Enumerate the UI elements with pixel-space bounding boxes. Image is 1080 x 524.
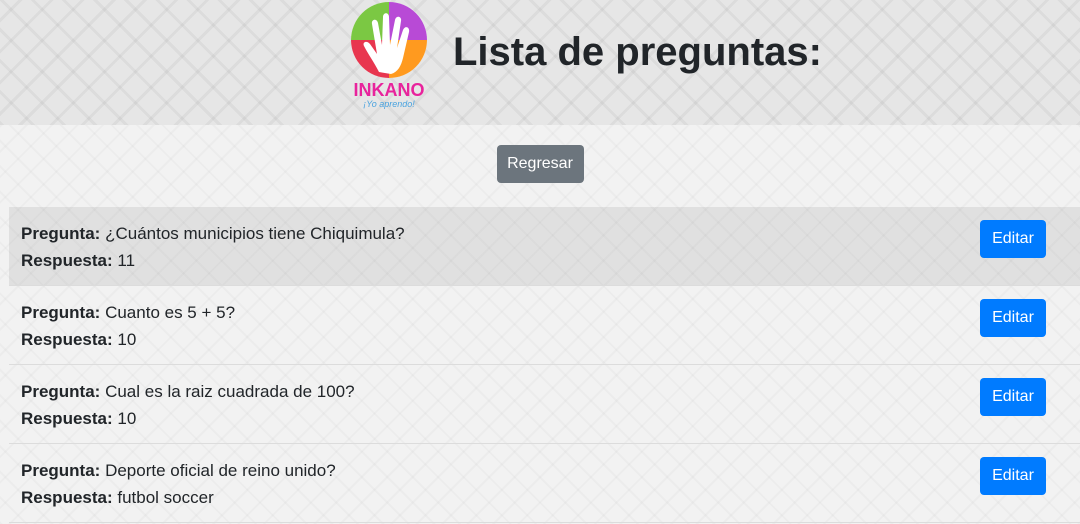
- question-text: Cuanto es 5 + 5?: [105, 303, 236, 322]
- question-label: Pregunta:: [21, 303, 101, 322]
- answer-label: Respuesta:: [21, 251, 113, 270]
- answer-line: Respuesta: 11: [21, 250, 135, 272]
- questions-list: Pregunta: ¿Cuántos municipios tiene Chiq…: [9, 207, 1080, 523]
- edit-button[interactable]: Editar: [980, 220, 1046, 258]
- answer-label: Respuesta:: [21, 488, 113, 507]
- edit-button[interactable]: Editar: [980, 457, 1046, 495]
- page-header: INKANO ¡Yo aprendo! Lista de preguntas:: [0, 0, 1080, 125]
- answer-line: Respuesta: 10: [21, 329, 136, 351]
- question-line: Pregunta: Cuanto es 5 + 5?: [21, 302, 235, 324]
- question-text: Cual es la raiz cuadrada de 100?: [105, 382, 355, 401]
- inkano-logo: INKANO ¡Yo aprendo!: [351, 2, 427, 109]
- back-button[interactable]: Regresar: [496, 145, 584, 183]
- question-item: Pregunta: Deporte oficial de reino unido…: [9, 444, 1080, 523]
- answer-text: 11: [117, 251, 136, 270]
- question-label: Pregunta:: [21, 382, 101, 401]
- answer-label: Respuesta:: [21, 330, 113, 349]
- question-line: Pregunta: Deporte oficial de reino unido…: [21, 460, 336, 482]
- logo-tagline-text: ¡Yo aprendo!: [363, 99, 415, 109]
- question-item: Pregunta: Cuanto es 5 + 5? Respuesta: 10…: [9, 286, 1080, 365]
- answer-text: 10: [117, 409, 137, 428]
- question-text: ¿Cuántos municipios tiene Chiquimula?: [105, 224, 405, 243]
- question-label: Pregunta:: [21, 461, 101, 480]
- question-item: Pregunta: ¿Cuántos municipios tiene Chiq…: [9, 207, 1080, 286]
- logo-brand-text: INKANO: [354, 80, 425, 100]
- edit-button[interactable]: Editar: [980, 378, 1046, 416]
- answer-text: futbol soccer: [117, 488, 214, 507]
- answer-line: Respuesta: 10: [21, 408, 136, 430]
- answer-text: 10: [117, 330, 137, 349]
- question-line: Pregunta: Cual es la raiz cuadrada de 10…: [21, 381, 355, 403]
- question-item: Pregunta: Cual es la raiz cuadrada de 10…: [9, 365, 1080, 444]
- question-text: Deporte oficial de reino unido?: [105, 461, 336, 480]
- question-line: Pregunta: ¿Cuántos municipios tiene Chiq…: [21, 223, 405, 245]
- edit-button[interactable]: Editar: [980, 299, 1046, 337]
- question-label: Pregunta:: [21, 224, 101, 243]
- page-title: Lista de preguntas:: [453, 30, 822, 74]
- answer-label: Respuesta:: [21, 409, 113, 428]
- answer-line: Respuesta: futbol soccer: [21, 487, 214, 509]
- back-row: Regresar: [0, 145, 1080, 183]
